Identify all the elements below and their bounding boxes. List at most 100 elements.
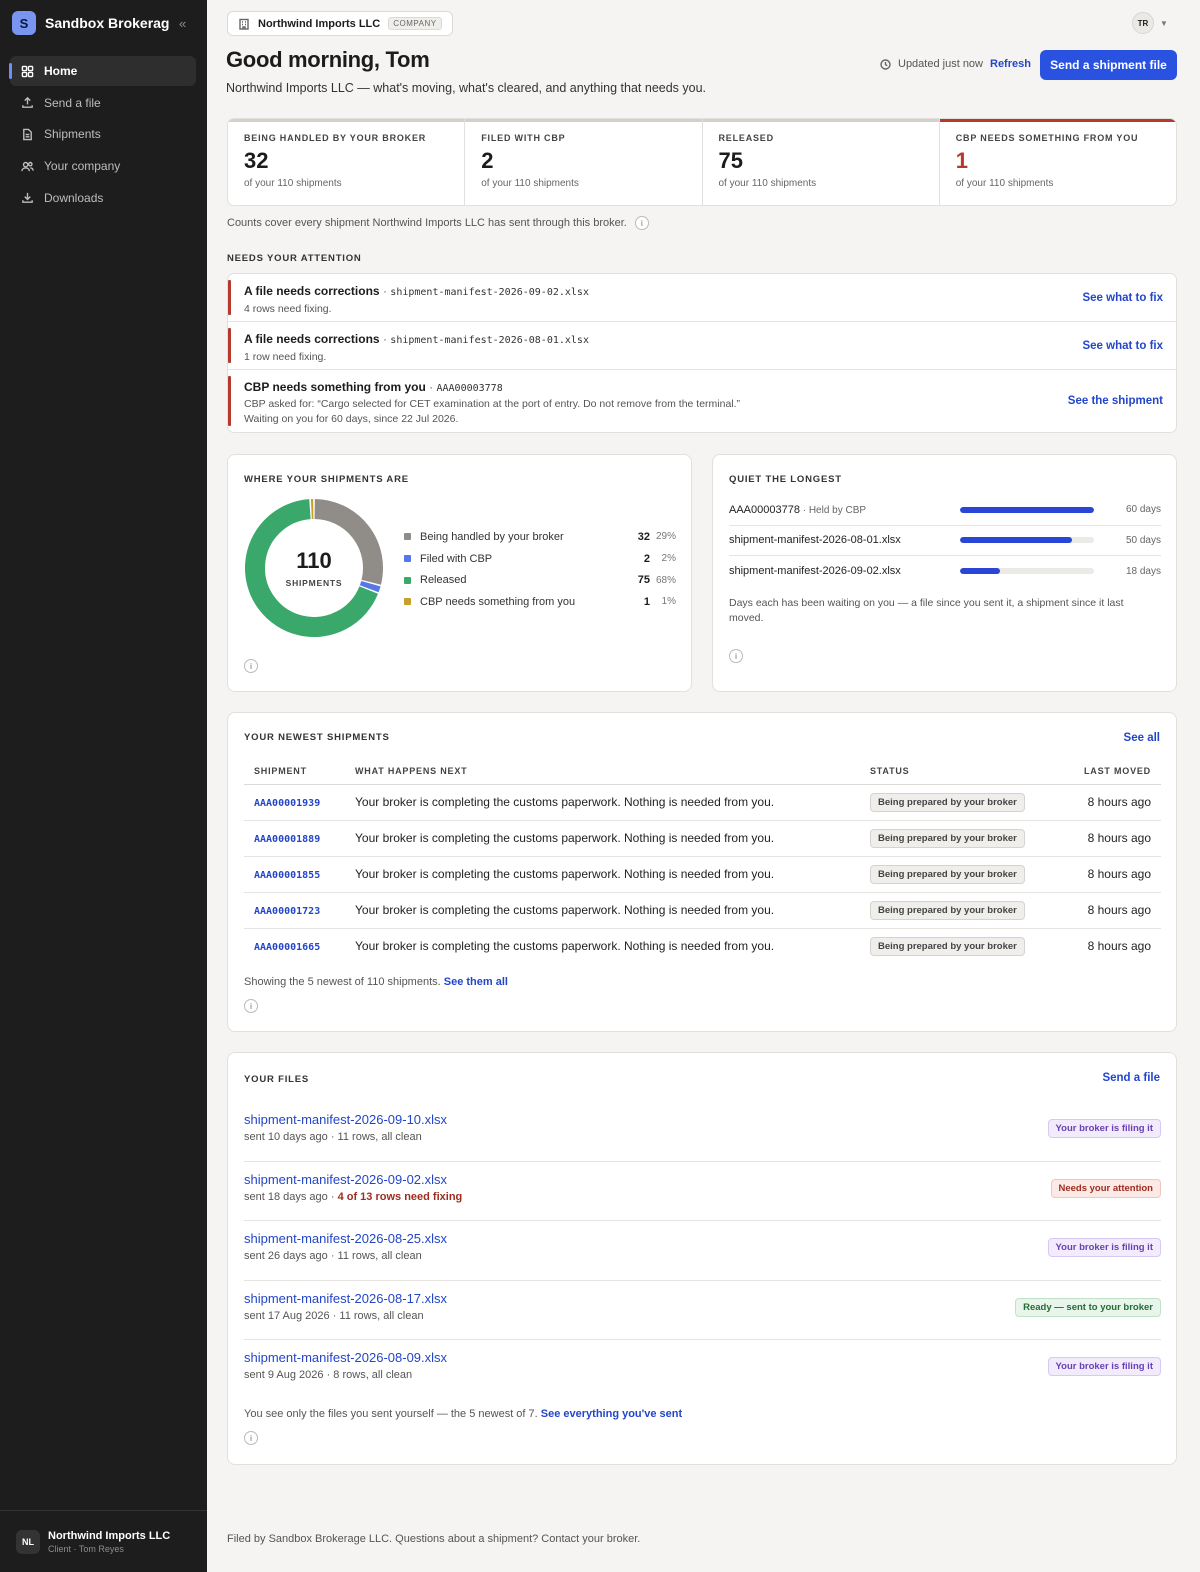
see-what-to-fix-link[interactable]: See what to fix: [1082, 292, 1163, 304]
next-step: Your broker is completing the customs pa…: [345, 784, 860, 821]
send-a-file-link[interactable]: Send a file: [1102, 1072, 1160, 1084]
info-icon[interactable]: i: [634, 216, 649, 230]
file-meta: sent 18 days ago · 4 of 13 rows need fix…: [244, 1190, 463, 1203]
stat-value: 75: [718, 148, 743, 173]
info-icon[interactable]: i: [244, 659, 258, 673]
sidebar-item-label: Your company: [44, 159, 121, 174]
card-heading: YOUR FILES: [244, 1074, 310, 1085]
stat-sub: of your 110 shipments: [244, 178, 342, 189]
attention-detail: CBP asked for: “Cargo selected for CET e…: [244, 398, 741, 410]
list-item[interactable]: shipment-manifest-2026-08-09.xlsx sent 9…: [244, 1340, 1161, 1400]
files-footer-text: You see only the files you sent yourself…: [244, 1408, 541, 1420]
shipment-id-link[interactable]: AAA00001855: [254, 870, 320, 881]
sidebar-item-downloads[interactable]: Downloads: [10, 183, 196, 213]
column-header: SHIPMENT: [244, 758, 345, 785]
stat-broker[interactable]: BEING HANDLED BY YOUR BROKER 32 of your …: [228, 119, 466, 205]
account-role: Client · Tom Reyes: [48, 1543, 124, 1554]
attention-item[interactable]: A file needs corrections · shipment-mani…: [228, 322, 1176, 370]
table-row[interactable]: AAA00001889 Your broker is completing th…: [244, 820, 1161, 857]
see-what-to-fix-link[interactable]: See what to fix: [1082, 340, 1163, 352]
status-badge: Being prepared by your broker: [870, 864, 1025, 884]
next-step: Your broker is completing the customs pa…: [345, 820, 860, 857]
info-icon[interactable]: i: [729, 649, 743, 663]
sidebar-item-shipments[interactable]: Shipments: [10, 119, 196, 149]
brand[interactable]: S Sandbox Brokerage LLC «: [12, 10, 194, 36]
column-header: WHAT HAPPENS NEXT: [345, 758, 860, 785]
quiet-bar-fill: [960, 568, 1001, 575]
send-shipment-file-button[interactable]: Send a shipment file: [1040, 50, 1177, 80]
attention-item[interactable]: CBP needs something from you · AAA000037…: [228, 370, 1176, 432]
file-name-link[interactable]: shipment-manifest-2026-09-10.xlsx: [244, 1112, 1161, 1127]
stat-cbp-needs[interactable]: CBP NEEDS SOMETHING FROM YOU 1 of your 1…: [939, 119, 1176, 205]
collapse-sidebar-icon[interactable]: «: [179, 16, 186, 31]
column-header: STATUS: [860, 758, 1050, 785]
legend-count: 75: [637, 574, 650, 587]
clock-icon: [880, 58, 891, 70]
quiet-bar-fill: [960, 506, 1094, 513]
list-item[interactable]: shipment-manifest-2026-09-02.xlsx sent 1…: [244, 1162, 1161, 1221]
quiet-item-held: · Held by CBP: [799, 504, 867, 516]
stat-sub: of your 110 shipments: [955, 178, 1054, 189]
shipment-id-link[interactable]: AAA00001889: [254, 834, 320, 845]
refresh-link[interactable]: Refresh: [990, 58, 1031, 70]
avatar: TR: [1132, 12, 1154, 34]
file-name-link[interactable]: shipment-manifest-2026-08-25.xlsx: [244, 1231, 1161, 1246]
stat-sub: of your 110 shipments: [718, 178, 817, 189]
see-them-all-link[interactable]: See them all: [444, 976, 508, 988]
sidebar-item-your-company[interactable]: Your company: [10, 151, 196, 181]
your-files-card: YOUR FILES Send a file shipment-manifest…: [227, 1052, 1177, 1465]
quiet-list: AAA00003778 · Held by CBP 60 days shipme…: [729, 495, 1161, 587]
account-switcher[interactable]: NL Northwind Imports LLC Client · Tom Re…: [0, 1510, 207, 1572]
legend-percent: 1%: [661, 596, 676, 608]
see-the-shipment-link[interactable]: See the shipment: [1068, 395, 1163, 407]
sidebar-item-send-file[interactable]: Send a file: [10, 88, 196, 118]
stat-released[interactable]: RELEASED 75 of your 110 shipments: [702, 119, 940, 205]
table-row[interactable]: AAA00001665 Your broker is completing th…: [244, 928, 1161, 964]
quiet-item[interactable]: shipment-manifest-2026-08-01.xlsx 50 day…: [729, 526, 1161, 556]
users-icon: [20, 159, 34, 173]
user-menu[interactable]: TR ▼: [1132, 12, 1180, 34]
where-shipments-card: WHERE YOUR SHIPMENTS ARE 110 SHIPMENTS B…: [227, 454, 692, 692]
stat-label: BEING HANDLED BY YOUR BROKER: [244, 133, 427, 143]
quiet-days: 60 days: [1125, 504, 1161, 516]
next-step: Your broker is completing the customs pa…: [355, 939, 775, 954]
list-item[interactable]: shipment-manifest-2026-08-17.xlsx sent 1…: [244, 1281, 1161, 1340]
info-icon[interactable]: i: [244, 999, 258, 1013]
shipment-id-link[interactable]: AAA00001723: [254, 906, 320, 917]
see-all-link[interactable]: See all: [1124, 732, 1160, 744]
shipment-id-link[interactable]: AAA00001665: [254, 942, 320, 953]
legend-label: Filed with CBP: [420, 552, 493, 565]
table-row[interactable]: AAA00001855 Your broker is completing th…: [244, 856, 1161, 893]
list-item[interactable]: shipment-manifest-2026-09-10.xlsx sent 1…: [244, 1102, 1161, 1162]
company-switcher[interactable]: Northwind Imports LLC COMPANY: [227, 11, 453, 36]
quiet-item[interactable]: shipment-manifest-2026-09-02.xlsx 18 day…: [729, 556, 1161, 587]
last-moved: 8 hours ago: [1050, 820, 1161, 857]
list-item[interactable]: shipment-manifest-2026-08-25.xlsx sent 2…: [244, 1221, 1161, 1281]
status-badge: Needs your attention: [1050, 1178, 1161, 1198]
donut-total: 110: [296, 548, 332, 573]
table-row[interactable]: AAA00001723 Your broker is completing th…: [244, 892, 1161, 929]
next-step: Your broker is completing the customs pa…: [345, 856, 860, 893]
file-name-link[interactable]: shipment-manifest-2026-09-02.xlsx: [244, 1172, 1161, 1187]
attention-item[interactable]: A file needs corrections · shipment-mani…: [228, 274, 1176, 322]
company-avatar: NL: [16, 1529, 40, 1554]
attention-list: A file needs corrections · shipment-mani…: [227, 273, 1177, 433]
legend-percent: 29%: [655, 531, 676, 543]
counts-note-text: Counts cover every shipment Northwind Im…: [227, 217, 627, 229]
card-heading: WHERE YOUR SHIPMENTS ARE: [244, 474, 409, 485]
file-name-link[interactable]: shipment-manifest-2026-08-09.xlsx: [244, 1350, 1161, 1365]
info-icon[interactable]: i: [244, 1431, 258, 1445]
shipments-footer-text: Showing the 5 newest of 110 shipments.: [244, 976, 444, 988]
sidebar-item-home[interactable]: Home: [9, 56, 196, 86]
stat-filed[interactable]: FILED WITH CBP 2 of your 110 shipments: [465, 119, 703, 205]
card-heading: YOUR NEWEST SHIPMENTS: [244, 732, 390, 743]
legend-item: Filed with CBP 2 2%: [404, 548, 676, 570]
see-everything-sent-link[interactable]: See everything you've sent: [541, 1408, 682, 1420]
sidebar-item-label: Send a file: [44, 95, 101, 110]
column-header: LAST MOVED: [1050, 758, 1161, 785]
counts-note: Counts cover every shipment Northwind Im…: [227, 216, 649, 230]
table-row[interactable]: AAA00001939 Your broker is completing th…: [244, 784, 1161, 821]
quiet-bar-fill: [960, 537, 1072, 544]
quiet-item[interactable]: AAA00003778 · Held by CBP 60 days: [729, 495, 1161, 526]
shipment-id-link[interactable]: AAA00001939: [254, 798, 320, 809]
